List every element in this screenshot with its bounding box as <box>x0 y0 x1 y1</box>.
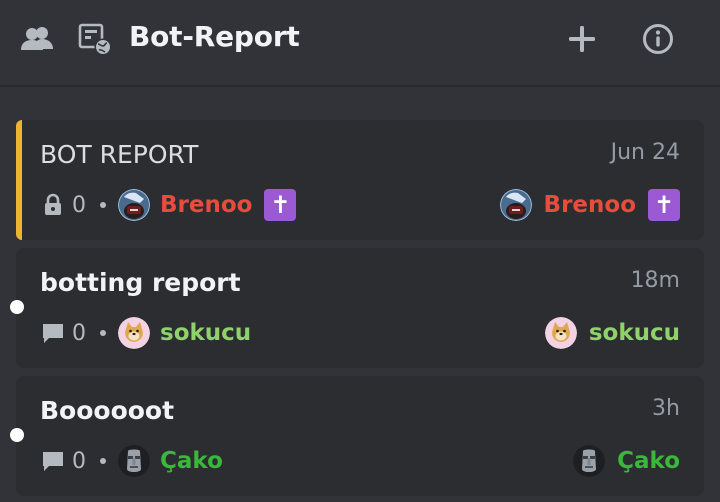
message-count: 0 <box>72 448 86 474</box>
channel-title: Bot-Report <box>129 20 300 53</box>
message-count: 0 <box>72 192 86 218</box>
last-message-user: Brenoo ✝ <box>499 188 680 222</box>
last-user-name[interactable]: sokucu <box>589 320 680 346</box>
avatar[interactable] <box>573 445 606 477</box>
avatar[interactable] <box>499 189 532 221</box>
author-name[interactable]: sokucu <box>160 320 251 346</box>
avatar[interactable] <box>118 317 150 349</box>
thread-card[interactable]: botting report 18m 0 sokucu sokucu <box>16 248 704 368</box>
message-icon <box>40 320 66 346</box>
thread-meta: 0 Çako <box>40 444 223 478</box>
last-user-name[interactable]: Çako <box>617 448 680 474</box>
avatar[interactable] <box>544 317 577 349</box>
thread-title: Boooooot <box>40 396 175 425</box>
thread-card[interactable]: Boooooot 3h 0 Çako Çako <box>16 376 704 496</box>
info-icon[interactable] <box>641 22 675 56</box>
plus-icon[interactable] <box>565 22 599 56</box>
channel-header: Bot-Report <box>0 0 720 87</box>
forum-channel-icon <box>78 22 112 56</box>
thread-timestamp: 3h <box>652 396 680 421</box>
thread-card[interactable]: BOT REPORT Jun 24 0 Brenoo ✝ Brenoo ✝ <box>16 120 704 240</box>
role-badge-icon: ✝ <box>648 189 680 221</box>
thread-meta: 0 sokucu <box>40 316 251 350</box>
avatar[interactable] <box>118 189 150 221</box>
last-message-user: Çako <box>573 444 680 478</box>
message-icon <box>40 448 66 474</box>
thread-meta: 0 Brenoo ✝ <box>40 188 297 222</box>
separator-dot <box>100 202 106 208</box>
thread-title: botting report <box>40 268 241 297</box>
author-name[interactable]: Çako <box>160 448 223 474</box>
last-user-name[interactable]: Brenoo <box>544 192 636 218</box>
unread-indicator <box>10 300 24 314</box>
role-badge-icon: ✝ <box>264 189 297 221</box>
separator-dot <box>100 330 106 336</box>
thread-timestamp: Jun 24 <box>610 140 680 165</box>
last-message-user: sokucu <box>544 316 680 350</box>
message-count: 0 <box>72 320 86 346</box>
thread-title: BOT REPORT <box>40 140 199 169</box>
unread-indicator <box>10 428 24 442</box>
members-icon[interactable] <box>20 22 54 56</box>
avatar[interactable] <box>118 445 150 477</box>
author-name[interactable]: Brenoo <box>160 192 252 218</box>
thread-timestamp: 18m <box>630 268 680 293</box>
separator-dot <box>100 458 106 464</box>
lock-icon <box>40 192 66 218</box>
